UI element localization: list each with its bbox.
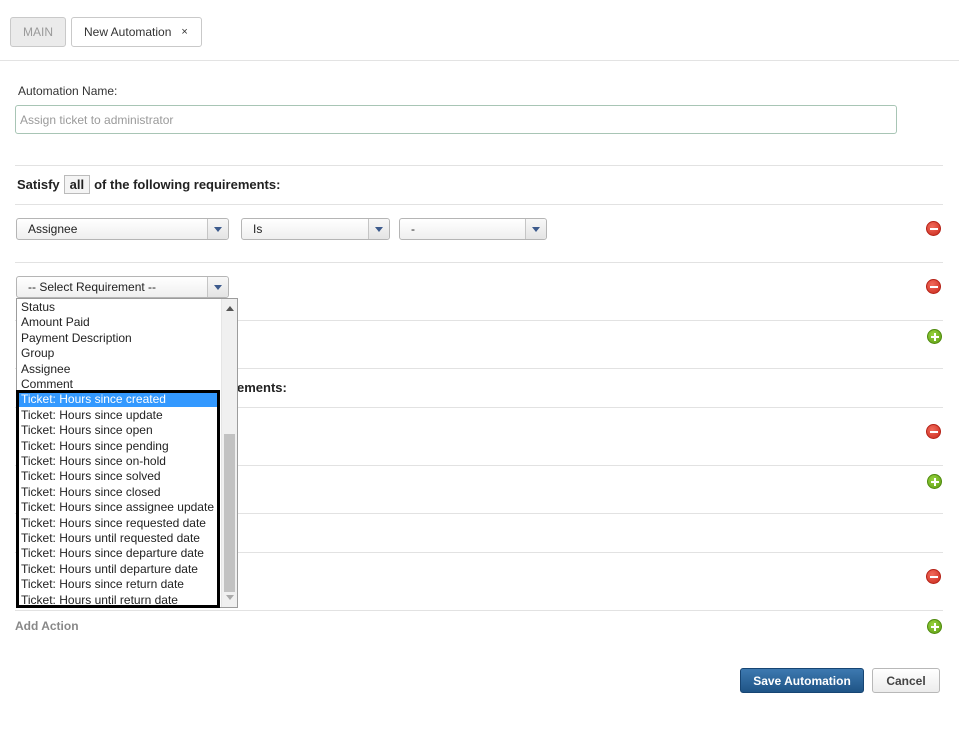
remove-requirement-icon[interactable] — [926, 424, 941, 439]
requirement-field-value: Assignee — [28, 222, 78, 236]
select-requirement-value: -- Select Requirement -- — [28, 280, 157, 294]
dropdown-option[interactable]: Group — [21, 346, 54, 361]
requirement-operator-select[interactable]: Is — [241, 218, 390, 240]
requirement-value-select[interactable]: - — [399, 218, 547, 240]
tab-main[interactable]: MAIN — [10, 17, 66, 47]
divider — [15, 262, 943, 263]
divider — [15, 165, 943, 166]
divider — [15, 204, 943, 205]
requirement-options-list[interactable]: Status Amount Paid Payment Description Grou… — [16, 298, 238, 608]
requirement-field-select[interactable]: Assignee — [16, 218, 229, 240]
add-requirement-icon[interactable] — [927, 474, 942, 489]
select-requirement-dropdown[interactable]: -- Select Requirement -- — [16, 276, 229, 298]
dropdown-option[interactable]: Comment — [21, 377, 73, 392]
dropdown-option[interactable]: Ticket: Hours until return date — [21, 593, 178, 607]
chevron-down-icon — [525, 219, 546, 239]
close-icon[interactable]: × — [181, 26, 187, 38]
dropdown-option[interactable]: Ticket: Hours since on-hold — [21, 454, 166, 469]
satisfy-suffix: of the following requirements: — [94, 177, 281, 192]
tab-main-label: MAIN — [23, 25, 53, 39]
satisfy-prefix: Satisfy — [17, 177, 60, 192]
scroll-up-icon[interactable] — [226, 306, 234, 311]
dropdown-option[interactable]: Amount Paid — [21, 315, 90, 330]
satisfy-mode-selector[interactable]: all — [63, 175, 91, 194]
dropdown-option[interactable]: Payment Description — [21, 331, 132, 346]
dropdown-option[interactable]: Ticket: Hours since departure date — [21, 546, 204, 561]
requirement-value-value: - — [411, 222, 415, 236]
requirements2-header: ements: — [237, 380, 287, 395]
divider — [0, 60, 959, 61]
add-action-link[interactable]: Add Action — [15, 619, 79, 633]
scrollbar-thumb[interactable] — [224, 434, 235, 592]
requirements-header: Satisfy all of the following requirement… — [17, 175, 280, 194]
cancel-button[interactable]: Cancel — [872, 668, 940, 693]
dropdown-option[interactable]: Ticket: Hours since requested date — [21, 516, 206, 531]
dropdown-option[interactable]: Ticket: Hours since update — [21, 408, 163, 423]
chevron-down-icon — [207, 219, 228, 239]
dropdown-option[interactable]: Ticket: Hours since pending — [21, 439, 169, 454]
chevron-down-icon — [368, 219, 389, 239]
remove-requirement-icon[interactable] — [926, 221, 941, 236]
dropdown-option[interactable]: Assignee — [21, 362, 70, 377]
tab-new-automation-label: New Automation — [84, 25, 172, 39]
automation-name-label: Automation Name: — [18, 84, 118, 98]
dropdown-option[interactable]: Ticket: Hours since return date — [21, 577, 184, 592]
dropdown-option[interactable]: Ticket: Hours since open — [21, 423, 153, 438]
dropdown-option[interactable]: Ticket: Hours since solved — [21, 469, 161, 484]
divider — [15, 610, 943, 611]
dropdown-option[interactable]: Ticket: Hours since assignee update — [21, 500, 214, 515]
scroll-down-icon[interactable] — [226, 595, 234, 600]
dropdown-option[interactable]: Ticket: Hours since closed — [21, 485, 161, 500]
dropdown-option[interactable]: Status — [21, 300, 55, 315]
dropdown-option[interactable]: Ticket: Hours until departure date — [21, 562, 198, 577]
chevron-down-icon — [207, 277, 228, 297]
remove-action-icon[interactable] — [926, 569, 941, 584]
tab-new-automation[interactable]: New Automation × — [71, 17, 202, 47]
requirement-operator-value: Is — [253, 222, 263, 236]
automation-name-input[interactable] — [15, 105, 897, 134]
scrollbar[interactable] — [221, 299, 237, 607]
save-automation-button[interactable]: Save Automation — [740, 668, 864, 693]
remove-requirement-icon[interactable] — [926, 279, 941, 294]
add-requirement-icon[interactable] — [927, 329, 942, 344]
dropdown-option[interactable]: Ticket: Hours since created — [19, 392, 218, 408]
add-action-icon[interactable] — [927, 619, 942, 634]
dropdown-option[interactable]: Ticket: Hours until requested date — [21, 531, 200, 546]
